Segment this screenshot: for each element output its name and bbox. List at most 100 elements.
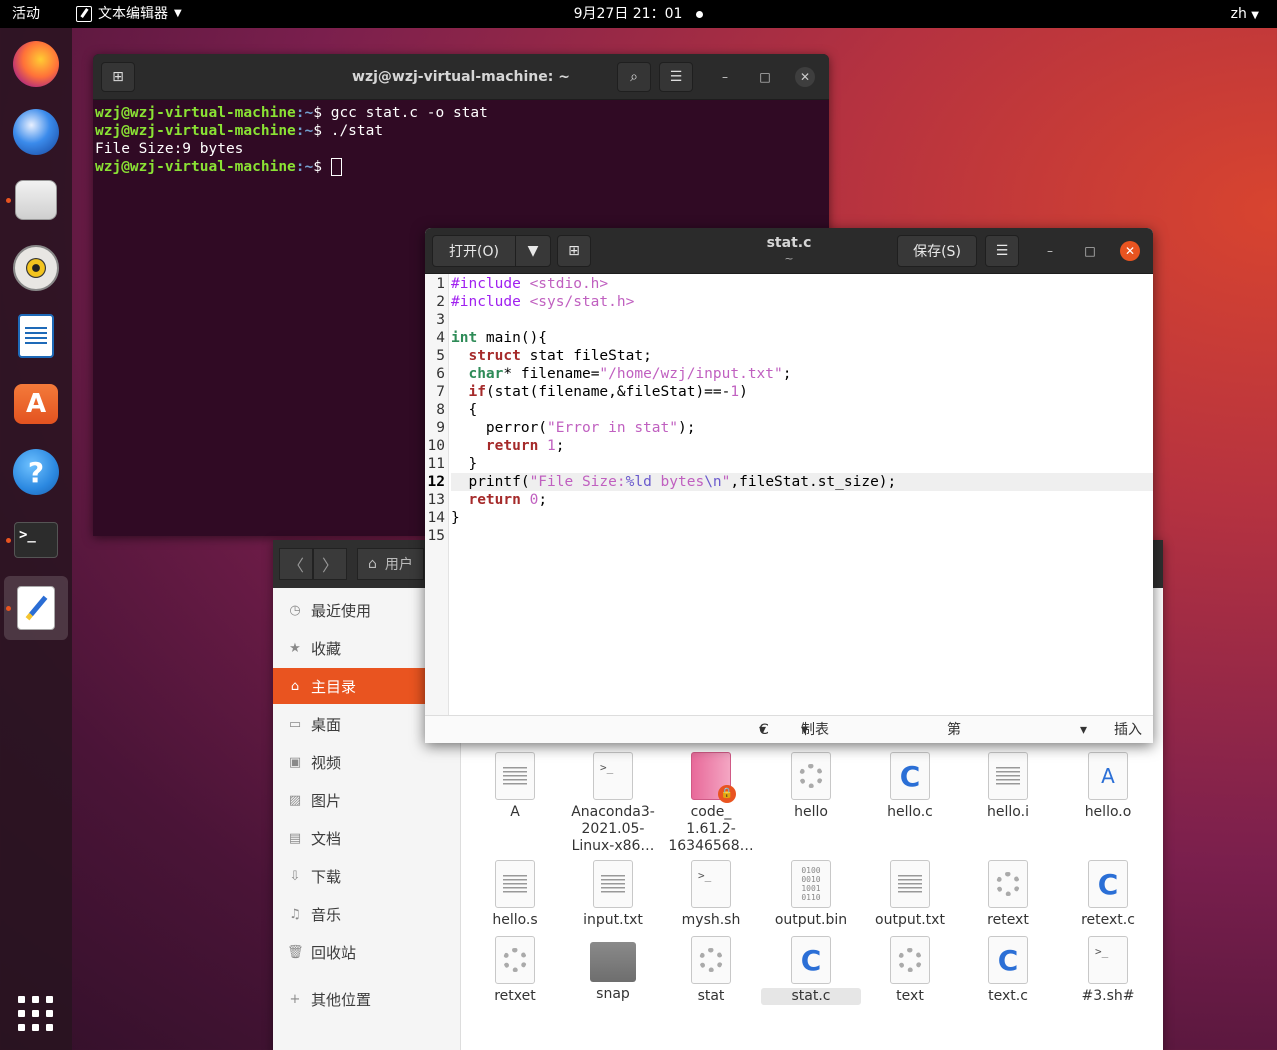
menu-button[interactable]: ☰ (985, 235, 1019, 267)
dock-writer[interactable] (4, 304, 68, 368)
minimize-button[interactable]: – (1040, 241, 1060, 261)
code-line[interactable]: struct stat fileStat; (451, 347, 1153, 365)
file-item[interactable]: input.txt (563, 860, 663, 929)
dock-software[interactable]: A (4, 372, 68, 436)
file-item[interactable]: >_ Anaconda3- 2021.05- Linux-x86… (563, 752, 663, 855)
code-line[interactable]: int main(){ (451, 329, 1153, 347)
line-number: 4 (436, 330, 445, 346)
dock-firefox[interactable] (4, 32, 68, 96)
code-line[interactable]: char* filename="/home/wzj/input.txt"; (451, 365, 1153, 383)
menu-button[interactable]: ☰ (659, 62, 693, 92)
file-item[interactable]: text (860, 936, 960, 1005)
object-file-icon: A (1088, 752, 1128, 800)
minimize-button[interactable]: – (715, 67, 735, 87)
search-button[interactable]: ⌕ (617, 62, 651, 92)
terminal-output[interactable]: wzj@wzj-virtual-machine:~$ gcc stat.c -o… (93, 100, 829, 180)
sidebar-item[interactable]: 🗑 回收站 (273, 934, 461, 970)
executable-icon (691, 936, 731, 984)
code-line[interactable]: perror("Error in stat"); (451, 419, 1153, 437)
sidebar-item[interactable]: ▤ 文档 (273, 820, 461, 856)
file-name: hello.s (492, 912, 538, 928)
lang-label: zh (1230, 6, 1247, 22)
file-item[interactable]: Chello.c (860, 752, 960, 821)
script-file-icon: >_ (691, 860, 731, 908)
file-item[interactable]: output.txt (860, 860, 960, 929)
rhythmbox-icon (13, 245, 59, 291)
home-icon: ⌂ (368, 556, 377, 572)
editor-headerbar[interactable]: 打开(O) ▼ ⊞ stat.c ~ 保存(S) ☰ – □ ✕ (425, 228, 1153, 274)
line-number: 11 (427, 456, 445, 472)
show-applications-button[interactable] (18, 996, 54, 1032)
file-item[interactable]: hello.s (465, 860, 565, 929)
file-name: mysh.sh (681, 912, 741, 928)
dock-help[interactable]: ? (4, 440, 68, 504)
dock-terminal[interactable]: >_ (4, 508, 68, 572)
tab-width-selector[interactable]: 制表符宽度：8 ▾ (801, 716, 829, 743)
file-name: snap (596, 986, 630, 1002)
position-dropdown[interactable]: ▾ (1080, 716, 1087, 743)
caret-down-icon: ▼ (1251, 10, 1259, 21)
file-item[interactable]: stat (661, 936, 761, 1005)
code-line[interactable]: } (451, 455, 1153, 473)
file-item[interactable]: A (465, 752, 565, 821)
dock-thunderbird[interactable] (4, 100, 68, 164)
insert-mode[interactable]: 插入 (1114, 716, 1142, 743)
terminal-titlebar[interactable]: ⊞ wzj@wzj-virtual-machine: ~ ⌕ ☰ – □ ✕ (93, 54, 829, 100)
file-item[interactable]: hello.i (958, 752, 1058, 821)
code-line[interactable] (451, 527, 1153, 545)
file-item[interactable]: retxet (465, 936, 565, 1005)
dock-text-editor[interactable] (4, 576, 68, 640)
line-number-gutter: 1 2 3 4 5 6 7 8 9 10 11 12 13 14 15 (425, 274, 449, 715)
sidebar-item-label: 其他位置 (311, 990, 372, 1009)
code-line[interactable] (451, 311, 1153, 329)
sidebar-item[interactable]: ▣ 视频 (273, 744, 461, 780)
code-line[interactable]: #include <stdio.h> (451, 275, 1153, 293)
file-item[interactable]: Ctext.c (958, 936, 1058, 1005)
file-item[interactable]: >_ #3.sh# (1058, 936, 1158, 1005)
path-bar-home[interactable]: ⌂ 用户 (357, 548, 424, 580)
file-item[interactable]: Ahello.o (1058, 752, 1158, 821)
sidebar-item[interactable]: + 其他位置 (273, 981, 461, 1017)
code-editor[interactable]: 1 2 3 4 5 6 7 8 9 10 11 12 13 14 15 #include <stdio.h>… (425, 274, 1153, 715)
code-line[interactable]: { (451, 401, 1153, 419)
sidebar-item[interactable]: ♫ 音乐 (273, 896, 461, 932)
line-number: 9 (436, 420, 445, 436)
maximize-button[interactable]: □ (755, 67, 775, 87)
running-indicator (6, 198, 11, 203)
sidebar-item[interactable]: ▨ 图片 (273, 782, 461, 818)
sidebar-item-label: 下载 (311, 867, 342, 886)
file-item[interactable]: 0100 0010 1001 0110 output.bin (761, 860, 861, 929)
file-name: output.txt (875, 912, 945, 928)
close-button[interactable]: ✕ (1120, 241, 1140, 261)
code-line-current[interactable]: printf("File Size:%ld bytes\n",fileStat.… (451, 473, 1153, 491)
code-line[interactable]: return 0; (451, 491, 1153, 509)
file-item[interactable]: >_ mysh.sh (661, 860, 761, 929)
file-item[interactable]: 🔒 code_ 1.61.2- 16346568… (661, 752, 761, 855)
close-button[interactable]: ✕ (795, 67, 815, 87)
line-number: 2 (436, 294, 445, 310)
terminal-line: File Size:9 bytes (95, 141, 244, 157)
input-method-menu[interactable]: zh ▼ (1231, 0, 1259, 28)
text-file-icon (890, 860, 930, 908)
code-line[interactable]: return 1; (451, 437, 1153, 455)
language-selector[interactable]: C ▾ (759, 716, 769, 743)
sidebar-item[interactable]: ⇩ 下载 (273, 858, 461, 894)
file-item[interactable]: hello (761, 752, 861, 821)
file-item[interactable]: snap (563, 936, 663, 1003)
forward-button[interactable]: 〉 (313, 548, 347, 580)
file-item[interactable]: Cstat.c (761, 936, 861, 1005)
back-button[interactable]: 〈 (279, 548, 313, 580)
clock[interactable]: 9月27日 21：01 (0, 0, 1277, 28)
dock-files[interactable] (4, 168, 68, 232)
code-line[interactable]: if(stat(filename,&fileStat)==-1) (451, 383, 1153, 401)
file-item[interactable]: Cretext.c (1058, 860, 1158, 929)
firefox-icon (13, 41, 59, 87)
line-number: 3 (436, 312, 445, 328)
dock-rhythmbox[interactable] (4, 236, 68, 300)
line-number: 7 (436, 384, 445, 400)
file-item[interactable]: retext (958, 860, 1058, 929)
code-line[interactable]: } (451, 509, 1153, 527)
save-button[interactable]: 保存(S) (897, 235, 977, 267)
maximize-button[interactable]: □ (1080, 241, 1100, 261)
code-line[interactable]: #include <sys/stat.h> (451, 293, 1153, 311)
